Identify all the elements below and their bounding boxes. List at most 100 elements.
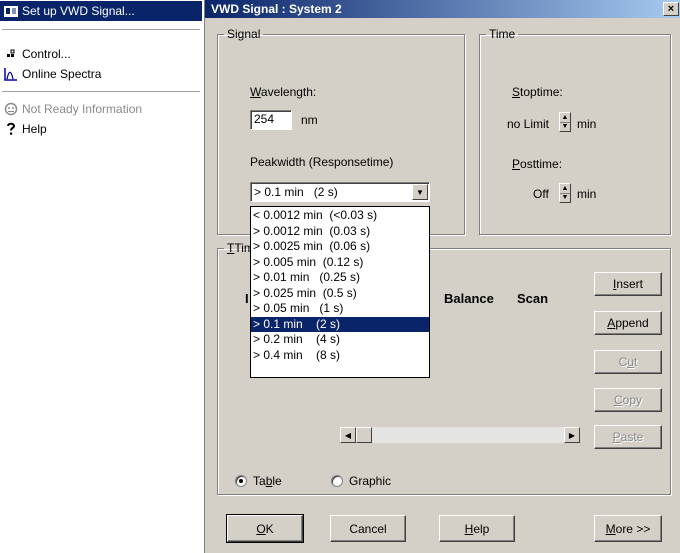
view-table-radio[interactable]: Table bbox=[235, 474, 282, 488]
wavelength-label: Wavelength: bbox=[250, 85, 316, 99]
radio-checked-icon bbox=[235, 475, 247, 487]
menu-item-help[interactable]: Help bbox=[0, 119, 202, 139]
dialog-title: VWD Signal : System 2 bbox=[211, 2, 342, 16]
posttime-value[interactable]: Off bbox=[533, 187, 549, 201]
menu-item-setup-vwd-signal[interactable]: Set up VWD Signal... bbox=[0, 1, 202, 21]
time-group: Time bbox=[479, 27, 671, 235]
peakwidth-dropdown-list[interactable]: < 0.0012 min (<0.03 s) > 0.0012 min (0.03… bbox=[250, 206, 430, 378]
spin-up-icon[interactable]: ▲ bbox=[560, 184, 570, 193]
menu-item-label: Control... bbox=[22, 47, 71, 61]
posttime-label-mnemonic: P bbox=[512, 157, 521, 171]
cut-button-rest: t bbox=[634, 355, 638, 369]
cut-button[interactable]: Cut bbox=[594, 350, 662, 374]
menu-separator bbox=[2, 29, 200, 31]
more-button[interactable]: More >> bbox=[594, 515, 662, 542]
close-icon: × bbox=[667, 2, 675, 15]
peakwidth-option[interactable]: > 0.0025 min (0.06 s) bbox=[251, 239, 429, 255]
time-group-legend: Time bbox=[489, 27, 516, 41]
radio-dot bbox=[239, 479, 243, 483]
menu-item-control[interactable]: Control... bbox=[0, 44, 202, 64]
menu-item-online-spectra[interactable]: Online Spectra bbox=[0, 64, 202, 84]
peakwidth-option[interactable]: > 0.01 min (0.25 s) bbox=[251, 270, 429, 286]
view-graphic-label: Graphic bbox=[349, 474, 392, 488]
menu-item-label: Not Ready Information bbox=[22, 102, 143, 116]
posttime-label-rest: osttime: bbox=[520, 157, 563, 171]
stoptime-label-rest: toptime: bbox=[520, 85, 563, 99]
timetable-horizontal-scrollbar[interactable]: ◀ ▶ bbox=[340, 427, 580, 443]
append-button-rest: ppend bbox=[615, 316, 649, 330]
scroll-right-button[interactable]: ▶ bbox=[564, 427, 580, 443]
copy-button[interactable]: Copy bbox=[594, 388, 662, 412]
peakwidth-option[interactable]: > 0.005 min (0.12 s) bbox=[251, 255, 429, 271]
wavelength-label-mnemonic: W bbox=[250, 85, 261, 99]
insert-button[interactable]: Insert bbox=[594, 272, 662, 296]
menu-item-label: Online Spectra bbox=[22, 67, 102, 81]
wavelength-unit: nm bbox=[301, 113, 318, 127]
peakwidth-option[interactable]: > 0.0012 min (0.03 s) bbox=[251, 224, 429, 240]
control-icon bbox=[4, 47, 18, 61]
peakwidth-option[interactable]: > 0.4 min (8 s) bbox=[251, 348, 429, 364]
posttime-unit: min bbox=[577, 187, 597, 201]
spin-up-icon[interactable]: ▲ bbox=[560, 113, 570, 122]
scroll-thumb[interactable] bbox=[356, 427, 372, 443]
stoptime-label: Stoptime: bbox=[512, 85, 563, 99]
stoptime-unit: min bbox=[577, 117, 597, 131]
spin-down-icon[interactable]: ▼ bbox=[560, 192, 570, 203]
ok-button-mnemonic: O bbox=[256, 521, 266, 536]
timetable-header-fragment: I bbox=[245, 291, 249, 306]
help-button-mnemonic: H bbox=[464, 521, 474, 536]
dialog-titlebar[interactable]: VWD Signal : System 2 × bbox=[205, 0, 680, 18]
timetable-header-scan: Scan bbox=[517, 291, 549, 306]
ok-button[interactable]: OK bbox=[226, 514, 304, 543]
radio-unchecked-icon bbox=[331, 475, 343, 487]
paste-button[interactable]: Paste bbox=[594, 425, 662, 449]
view-table-label: Table bbox=[253, 474, 282, 488]
stoptime-value[interactable]: no Limit bbox=[507, 117, 549, 131]
posttime-label: Posttime: bbox=[512, 157, 562, 171]
timetable-header-balance: Balance bbox=[444, 291, 494, 306]
context-menu: Set up VWD Signal... Control... Online S… bbox=[0, 0, 204, 553]
peakwidth-dropdown-button[interactable]: ▼ bbox=[412, 184, 428, 200]
help-button[interactable]: Help bbox=[439, 515, 515, 542]
cut-button-mnemonic: u bbox=[627, 355, 634, 369]
more-button-rest: ore >> bbox=[615, 521, 651, 536]
help-icon bbox=[4, 122, 18, 136]
wavelength-input[interactable]: 254 bbox=[250, 110, 292, 130]
more-button-mnemonic: M bbox=[605, 521, 616, 536]
help-button-rest: elp bbox=[473, 521, 490, 536]
close-button[interactable]: × bbox=[663, 2, 679, 16]
peakwidth-option[interactable]: > 0.2 min (4 s) bbox=[251, 332, 429, 348]
view-table-mnemonic: b bbox=[265, 474, 273, 488]
menu-item-not-ready-information[interactable]: Not Ready Information bbox=[0, 99, 202, 119]
peakwidth-option[interactable]: > 0.1 min (2 s) bbox=[251, 316, 429, 332]
scroll-left-button[interactable]: ◀ bbox=[340, 427, 356, 443]
cancel-button[interactable]: Cancel bbox=[330, 515, 406, 542]
peakwidth-option[interactable]: > 0.025 min (0.5 s) bbox=[251, 286, 429, 302]
vwd-signal-dialog: VWD Signal : System 2 × Signal Wavelengt… bbox=[204, 0, 680, 553]
peakwidth-selected-value: > 0.1 min (2 s) bbox=[254, 185, 338, 199]
chevron-down-icon: ▼ bbox=[416, 187, 424, 197]
menu-separator bbox=[2, 91, 200, 93]
append-button[interactable]: Append bbox=[594, 311, 662, 335]
arrow-right-icon: ▶ bbox=[568, 430, 576, 440]
paste-button-mnemonic: P bbox=[612, 430, 621, 444]
copy-button-rest: opy bbox=[622, 393, 643, 407]
peakwidth-option[interactable]: > 0.05 min (1 s) bbox=[251, 301, 429, 317]
cut-button-first: C bbox=[618, 355, 628, 369]
spectra-icon bbox=[4, 67, 18, 81]
signal-setup-icon bbox=[4, 4, 18, 18]
menu-item-label: Set up VWD Signal... bbox=[22, 4, 135, 18]
peakwidth-label: Peakwidth (Responsetime) bbox=[250, 155, 394, 169]
spin-down-icon[interactable]: ▼ bbox=[560, 121, 570, 132]
view-graphic-radio[interactable]: Graphic bbox=[331, 474, 391, 488]
signal-group: Signal bbox=[217, 27, 465, 235]
copy-button-mnemonic: C bbox=[613, 393, 623, 407]
posttime-spinner[interactable]: ▲ ▼ bbox=[559, 183, 571, 203]
stoptime-spinner[interactable]: ▲ ▼ bbox=[559, 112, 571, 132]
insert-button-rest: nsert bbox=[616, 277, 644, 291]
signal-group-legend: Signal bbox=[227, 27, 261, 41]
arrow-left-icon: ◀ bbox=[344, 430, 352, 440]
stoptime-label-mnemonic: S bbox=[512, 85, 521, 99]
peakwidth-select[interactable]: > 0.1 min (2 s) ▼ bbox=[250, 182, 430, 202]
peakwidth-option[interactable]: < 0.0012 min (<0.03 s) bbox=[251, 208, 429, 224]
